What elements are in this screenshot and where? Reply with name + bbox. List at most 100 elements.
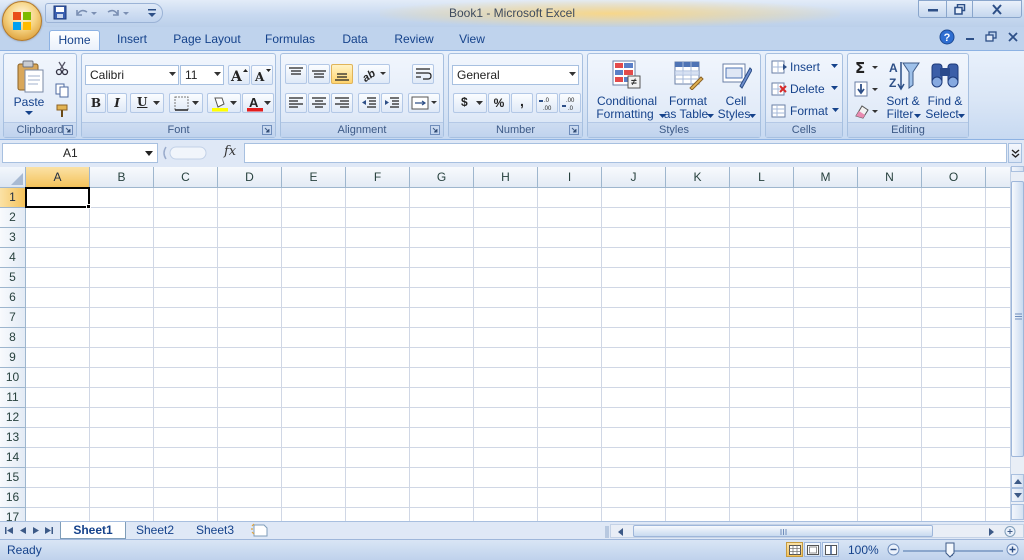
- column-header-o[interactable]: O: [922, 167, 986, 188]
- row-header-15[interactable]: 15: [0, 468, 26, 488]
- page-break-preview-button[interactable]: [822, 542, 839, 557]
- decrease-indent-button[interactable]: [358, 93, 380, 113]
- clear-icon[interactable]: [853, 102, 881, 120]
- workbook-minimize-icon[interactable]: [962, 29, 978, 45]
- insert-cells-dropdown-icon[interactable]: [831, 64, 838, 69]
- close-button[interactable]: [972, 0, 1022, 18]
- chevron-left-icon[interactable]: [617, 528, 623, 536]
- paste-icon[interactable]: [14, 58, 46, 94]
- tab-page-layout[interactable]: Page Layout: [170, 30, 244, 50]
- paste-label[interactable]: Paste: [10, 96, 48, 109]
- fill-handle[interactable]: [86, 204, 91, 209]
- undo-icon[interactable]: [73, 5, 91, 21]
- column-header-d[interactable]: D: [218, 167, 282, 188]
- cut-icon[interactable]: [54, 60, 70, 76]
- column-header-m[interactable]: M: [794, 167, 858, 188]
- font-launcher-icon[interactable]: [262, 125, 272, 135]
- copy-icon[interactable]: [54, 82, 70, 98]
- row-header-11[interactable]: 11: [0, 388, 26, 408]
- cell-area[interactable]: [26, 188, 1010, 521]
- sheet-tab-sheet2[interactable]: Sheet2: [126, 522, 184, 539]
- align-middle-button[interactable]: [308, 64, 330, 84]
- italic-button[interactable]: I: [107, 93, 127, 113]
- column-header-k[interactable]: K: [666, 167, 730, 188]
- row-header-3[interactable]: 3: [0, 228, 26, 248]
- help-icon[interactable]: ?: [939, 29, 955, 45]
- conditional-formatting-line2[interactable]: Formatting: [592, 108, 658, 121]
- row-header-17[interactable]: 17: [0, 508, 26, 521]
- align-top-button[interactable]: [285, 64, 307, 84]
- first-sheet-icon[interactable]: [3, 524, 15, 537]
- save-icon[interactable]: [51, 5, 69, 21]
- scroll-down-button[interactable]: [1011, 488, 1024, 502]
- increase-decimal-button[interactable]: .0.00: [536, 93, 558, 113]
- page-layout-view-button[interactable]: [804, 542, 821, 557]
- underline-button[interactable]: U: [130, 93, 164, 113]
- column-header-n[interactable]: N: [858, 167, 922, 188]
- select-all-corner[interactable]: [0, 167, 26, 188]
- insert-cells-icon[interactable]: [770, 59, 788, 75]
- insert-worksheet-icon[interactable]: [250, 523, 272, 538]
- active-cell[interactable]: [25, 187, 90, 208]
- format-as-table-line2[interactable]: as Table: [660, 108, 712, 121]
- tab-insert[interactable]: Insert: [110, 30, 154, 50]
- restore-button[interactable]: [946, 0, 973, 18]
- chevron-right-icon[interactable]: [989, 528, 995, 536]
- increase-indent-button[interactable]: [381, 93, 403, 113]
- redo-dropdown-icon[interactable]: [122, 5, 130, 21]
- horizontal-scrollbar[interactable]: [605, 524, 1024, 538]
- insert-cells-label[interactable]: Insert: [790, 60, 820, 74]
- delete-cells-label[interactable]: Delete: [790, 82, 825, 96]
- font-name-combo[interactable]: Calibri: [85, 65, 179, 85]
- undo-dropdown-icon[interactable]: [90, 5, 98, 21]
- grow-font-button[interactable]: A: [228, 65, 250, 85]
- row-header-7[interactable]: 7: [0, 308, 26, 328]
- number-launcher-icon[interactable]: [569, 125, 579, 135]
- column-header-a[interactable]: A: [26, 167, 90, 188]
- number-format-combo[interactable]: General: [452, 65, 579, 85]
- decrease-decimal-button[interactable]: .00.0: [559, 93, 581, 113]
- column-header-i[interactable]: I: [538, 167, 602, 188]
- delete-cells-icon[interactable]: [770, 81, 788, 97]
- fill-color-button[interactable]: [207, 93, 241, 113]
- sort-filter-icon[interactable]: A Z: [886, 58, 920, 92]
- minimize-button[interactable]: [918, 0, 947, 18]
- insert-function-icon[interactable]: fx: [224, 144, 236, 159]
- vertical-split-box[interactable]: [1011, 166, 1024, 172]
- format-cells-dropdown-icon[interactable]: [832, 108, 839, 113]
- row-header-8[interactable]: 8: [0, 328, 26, 348]
- tab-home[interactable]: Home: [49, 30, 100, 50]
- zoom-level[interactable]: 100%: [848, 543, 879, 557]
- align-center-button[interactable]: [308, 93, 330, 113]
- previous-sheet-icon[interactable]: [17, 524, 29, 537]
- row-header-4[interactable]: 4: [0, 248, 26, 268]
- vertical-scrollbar[interactable]: [1010, 166, 1024, 521]
- format-cells-label[interactable]: Format: [790, 104, 828, 118]
- row-header-14[interactable]: 14: [0, 448, 26, 468]
- align-bottom-button[interactable]: [331, 64, 353, 84]
- sheet-tab-sheet3[interactable]: Sheet3: [186, 522, 244, 539]
- align-left-button[interactable]: [285, 93, 307, 113]
- sheet-tab-sheet1[interactable]: Sheet1: [60, 522, 126, 539]
- paste-dropdown-icon[interactable]: [24, 110, 34, 116]
- format-as-table-dropdown-icon[interactable]: [707, 114, 714, 119]
- format-cells-icon[interactable]: [770, 103, 788, 119]
- sort-filter-line2[interactable]: Filter: [884, 108, 916, 121]
- name-box[interactable]: A1: [2, 143, 158, 163]
- column-header-c[interactable]: C: [154, 167, 218, 188]
- column-header-j[interactable]: J: [602, 167, 666, 188]
- zoom-in-icon[interactable]: [1006, 543, 1019, 556]
- workbook-restore-icon[interactable]: [983, 29, 999, 45]
- scroll-up-button[interactable]: [1011, 474, 1024, 488]
- borders-button[interactable]: [169, 93, 203, 113]
- percent-button[interactable]: %: [488, 93, 510, 113]
- find-select-icon[interactable]: [928, 58, 962, 92]
- row-header-13[interactable]: 13: [0, 428, 26, 448]
- row-header-2[interactable]: 2: [0, 208, 26, 228]
- row-header-16[interactable]: 16: [0, 488, 26, 508]
- horizontal-scroll-thumb[interactable]: [633, 525, 933, 537]
- normal-view-button[interactable]: [786, 542, 803, 557]
- workbook-close-icon[interactable]: [1005, 29, 1021, 45]
- wrap-text-button[interactable]: [412, 64, 434, 84]
- tab-view[interactable]: View: [454, 30, 490, 50]
